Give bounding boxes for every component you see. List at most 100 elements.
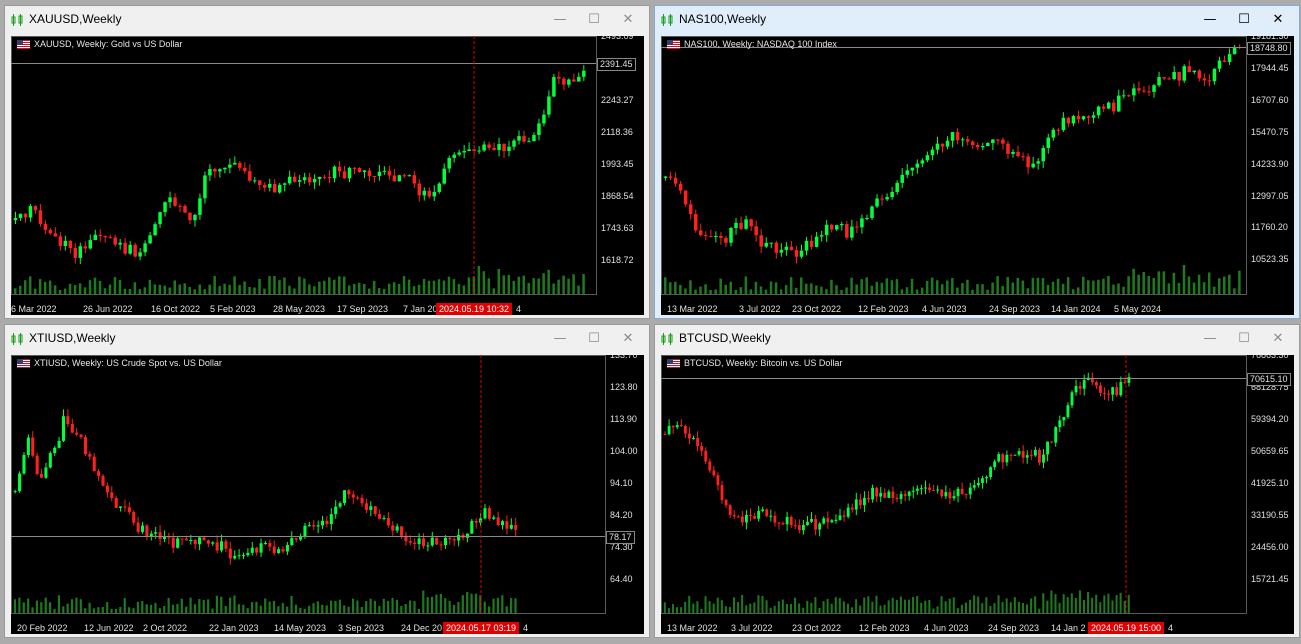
candle-body xyxy=(1062,416,1066,421)
volume-bar xyxy=(132,608,135,613)
candle-body xyxy=(277,549,281,554)
candle-body xyxy=(246,552,250,556)
candle-body xyxy=(1096,106,1101,116)
maximize-button[interactable]: ☐ xyxy=(1235,11,1253,29)
close-button[interactable]: ✕ xyxy=(619,330,637,348)
window-titlebar[interactable]: NAS100,Weekly — ☐ ✕ xyxy=(655,6,1299,34)
volume-bar xyxy=(57,595,60,613)
volume-bar xyxy=(303,608,306,613)
window-titlebar[interactable]: XTIUSD,Weekly — ☐ ✕ xyxy=(5,325,649,353)
volume-bar xyxy=(88,602,91,613)
window-titlebar[interactable]: XAUUSD,Weekly — ☐ ✕ xyxy=(5,6,649,34)
volume-bar xyxy=(447,276,451,294)
close-button[interactable]: ✕ xyxy=(619,11,637,29)
candle-body xyxy=(976,482,980,486)
volume-bar xyxy=(33,288,37,294)
candle-body xyxy=(417,183,422,196)
chart-window-nas100[interactable]: NAS100,Weekly — ☐ ✕ NAS100, Weekly: NASD… xyxy=(654,5,1300,319)
volume-bar xyxy=(382,598,385,613)
volume-bar xyxy=(286,606,289,613)
volume-bar xyxy=(193,289,196,294)
volume-bar xyxy=(119,607,122,613)
volume-bar xyxy=(1097,279,1100,294)
price-chart[interactable]: XAUUSD, Weekly: Gold vs US Dollar 2493.09… xyxy=(11,36,644,315)
maximize-button[interactable]: ☐ xyxy=(1235,330,1253,348)
volume-bar xyxy=(333,279,336,294)
volume-bar xyxy=(154,602,157,613)
candle-body xyxy=(968,487,972,495)
volume-bar xyxy=(547,269,550,294)
candle-body xyxy=(834,225,839,230)
candle-body xyxy=(757,511,761,519)
chart-window-btcusd[interactable]: BTCUSD,Weekly — ☐ ✕ BTCUSD, Weekly: Bitc… xyxy=(654,324,1300,638)
chart-window-xtiusd[interactable]: XTIUSD,Weekly — ☐ ✕ XTIUSD, Weekly: US C… xyxy=(4,324,650,638)
volume-bar xyxy=(935,280,939,294)
candle-body xyxy=(1107,393,1111,395)
minimize-button[interactable]: — xyxy=(1201,330,1219,348)
volume-bar xyxy=(562,275,565,294)
legend-text: NAS100, Weekly: NASDAQ 100 Index xyxy=(684,39,837,49)
volume-bar xyxy=(1006,277,1009,294)
candle-body xyxy=(688,204,693,215)
volume-bar xyxy=(264,598,267,613)
date-axis-label: 2 Oct 2022 xyxy=(143,623,188,633)
candlestick-chart-icon xyxy=(661,14,673,26)
volume-bar xyxy=(846,603,849,613)
candle-body xyxy=(88,454,92,457)
candle-body xyxy=(714,235,718,237)
maximize-button[interactable]: ☐ xyxy=(585,11,603,29)
chart-window-xauusd[interactable]: XAUUSD,Weekly — ☐ ✕ XAUUSD, Weekly: Gold… xyxy=(4,5,650,319)
candle-body xyxy=(66,416,70,425)
symbol-legend: NAS100, Weekly: NASDAQ 100 Index xyxy=(667,39,837,49)
candle-body xyxy=(547,96,551,115)
price-chart[interactable]: XTIUSD, Weekly: US Crude Spot vs. US Dol… xyxy=(11,355,644,634)
volume-bar xyxy=(258,278,261,294)
candle-body xyxy=(814,236,819,247)
candle-body xyxy=(749,514,752,516)
volume-bar xyxy=(557,279,560,294)
price-chart[interactable]: NAS100, Weekly: NASDAQ 100 Index 19181.30… xyxy=(661,36,1294,315)
volume-bar xyxy=(517,276,520,294)
volume-bar xyxy=(97,607,100,613)
volume-bar xyxy=(133,282,137,294)
candle-body xyxy=(443,537,447,545)
candle-body xyxy=(1021,156,1025,158)
volume-bar xyxy=(1056,278,1060,294)
volume-bar xyxy=(78,283,82,294)
candle-body xyxy=(382,518,386,520)
volume-bar xyxy=(176,603,179,613)
maximize-button[interactable]: ☐ xyxy=(585,330,603,348)
window-titlebar[interactable]: BTCUSD,Weekly — ☐ ✕ xyxy=(655,325,1299,353)
candle-body xyxy=(860,218,864,228)
price-chart[interactable]: BTCUSD, Weekly: Bitcoin vs. US Dollar 768… xyxy=(661,355,1294,634)
date-axis-label: 3 Jul 2022 xyxy=(731,623,773,633)
close-button[interactable]: ✕ xyxy=(1269,11,1287,29)
volume-bar xyxy=(1197,274,1201,294)
volume-bar xyxy=(1092,280,1095,294)
volume-bar xyxy=(781,599,784,613)
candle-body xyxy=(855,226,859,228)
minimize-button[interactable]: — xyxy=(1201,11,1219,29)
candle-body xyxy=(928,487,931,490)
date-axis-label: 3 Sep 2023 xyxy=(338,623,385,633)
price-axis-label: 10523.35 xyxy=(1251,254,1289,265)
candle-body xyxy=(1013,454,1017,456)
close-button[interactable]: ✕ xyxy=(1269,330,1287,348)
candle-body xyxy=(467,149,471,152)
volume-bar xyxy=(1087,591,1090,613)
candle-body xyxy=(732,514,736,517)
volume-bar xyxy=(1074,598,1077,613)
price-axis-label: 33190.55 xyxy=(1251,510,1289,520)
price-axis-label: 1993.45 xyxy=(601,159,634,169)
volume-bar xyxy=(382,288,386,294)
volume-bar xyxy=(704,284,707,294)
candle-body xyxy=(386,518,390,526)
candle-body xyxy=(316,525,320,527)
candle-body xyxy=(794,250,799,257)
minimize-button[interactable]: — xyxy=(551,330,569,348)
minimize-button[interactable]: — xyxy=(551,11,569,29)
volume-bar xyxy=(966,279,969,294)
volume-bar xyxy=(168,287,172,294)
volume-bar xyxy=(944,601,947,613)
volume-bar xyxy=(505,606,508,613)
